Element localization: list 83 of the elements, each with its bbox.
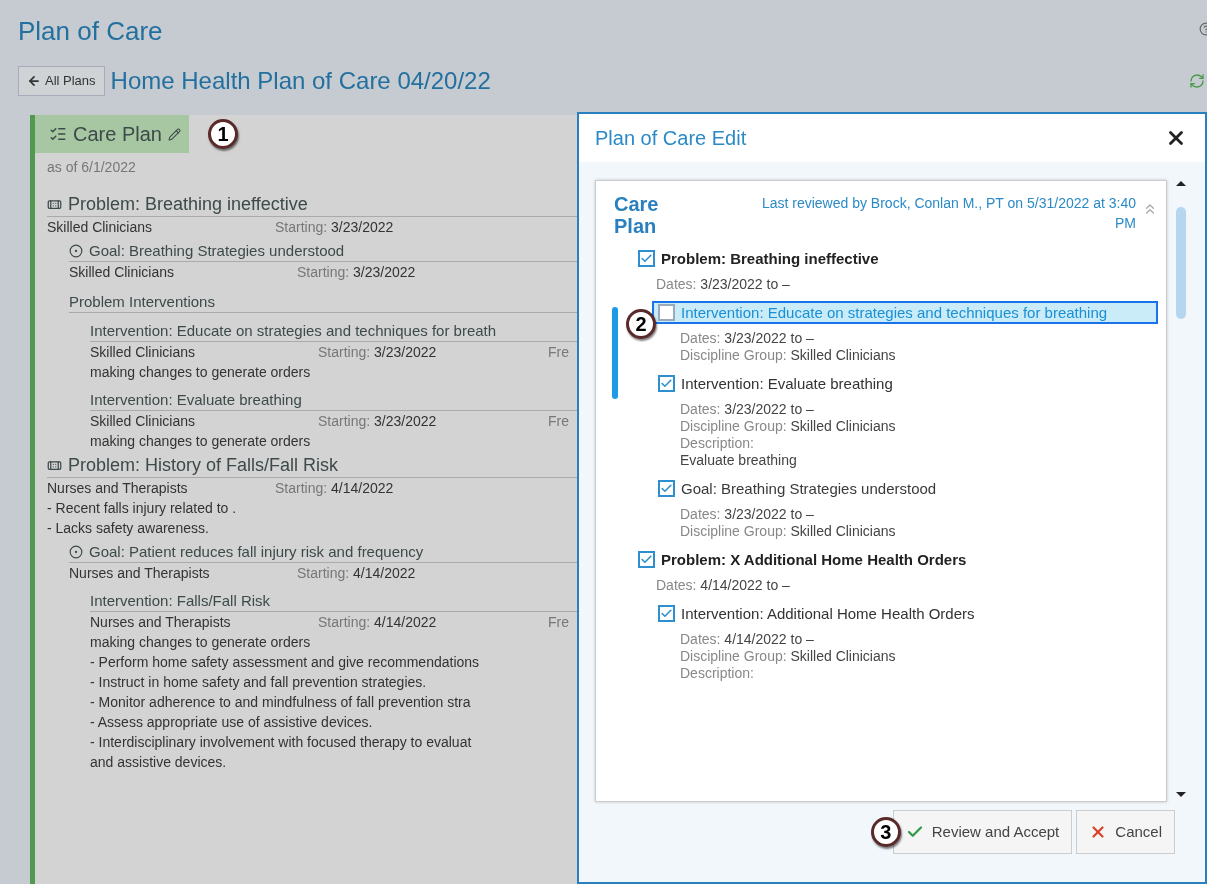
goal-title: Goal: Breathing Strategies understood [89,241,345,261]
accept-button[interactable]: Review and Accept [892,810,1073,854]
checklist-icon [49,125,67,143]
starting-text: Starting: 3/23/2022 [318,343,438,362]
detail-text: Discipline Group: Skilled Clinicians [680,418,897,435]
page-title: Plan of Care [18,15,163,48]
intervention-title: Intervention: Evaluate breathing [90,390,577,411]
intervention-text: - Instruct in home safety and fall prevention strategies. [90,673,428,692]
tree-item[interactable]: Problem: Breathing ineffective [632,247,1166,270]
starting-text: Starting: 4/14/2022 [318,613,438,632]
checkmark-icon [640,252,653,265]
detail-text: Discipline Group: Skilled Clinicians [680,648,897,665]
section-label: Problem Interventions [69,292,577,313]
checkbox[interactable] [638,250,655,267]
intervention-text: making changes to generate orders [90,432,312,451]
intervention-text: making changes to generate orders [90,633,312,652]
starting-text: Starting: 3/23/2022 [275,218,395,237]
care-plan-header: Care Plan [35,115,189,153]
callout-badge: 3 [870,817,901,847]
as-of-date: as of 6/1/2022 [46,158,137,177]
detail-text: Description: [680,665,755,682]
checkmark-icon [660,607,673,620]
problem-note: - Lacks safety awareness. [47,519,210,538]
section-heading: Care Plan [614,193,660,237]
description-text: Evaluate breathing [680,452,798,469]
goal-title: Goal: Patient reduces fall injury risk and frequency [89,542,424,562]
pencil-icon [167,127,181,141]
tree-item[interactable]: Intervention: Evaluate breathing [652,372,1166,395]
detail-text: Discipline Group: Skilled Clinicians [680,523,897,540]
target-icon [69,545,83,559]
discipline-text: Nurses and Therapists [69,564,211,583]
frequency-text: Fre [548,613,569,632]
starting-text: Starting: 3/23/2022 [297,263,417,282]
intervention-text: - Interdisciplinary involvement with focused therapy to evaluat [90,733,473,752]
starting-text: Starting: 4/14/2022 [297,564,417,583]
refresh-icon [1189,73,1205,89]
intervention-text: - Perform home safety assessment and give recommendations [90,653,481,672]
detail-text: Discipline Group: Skilled Clinicians [680,347,897,364]
problem-note: - Recent falls injury related to . [47,499,238,518]
detail-text: Dates: 3/23/2022 to – [656,276,791,293]
plan-title: Home Health Plan of Care 04/20/22 [110,66,491,96]
callout-badge: 2 [626,309,656,339]
detail-text: Dates: 3/23/2022 to – [680,401,815,418]
intervention-title: Intervention: Educate on strategies and techniques for breath [90,321,577,342]
starting-text: Starting: 3/23/2022 [318,412,438,431]
cancel-button[interactable]: Cancel [1076,810,1175,854]
discipline-text: Skilled Clinicians [47,218,154,237]
checkmark-icon [640,553,653,566]
detail-text: Dates: 4/14/2022 to – [656,577,791,594]
checkbox[interactable] [658,480,675,497]
tree-item[interactable]: Intervention: Additional Home Health Orders [652,602,1166,625]
checkmark-icon [660,377,673,390]
discipline-text: Skilled Clinicians [90,412,197,431]
checkmark-icon [660,482,673,495]
review-info: Last reviewed by Brock, Conlan M., PT on 5/31/2022 at 3:40 PM [760,194,1136,233]
detail-text: Dates: 4/14/2022 to – [680,631,815,648]
starting-text: Starting: 4/14/2022 [275,479,395,498]
intervention-text: and assistive devices. [90,753,228,772]
intervention-text: - Assess appropriate use of assistive devices. [90,713,374,732]
tree-item[interactable]: Problem: X Additional Home Health Orders [632,548,1166,571]
detail-text: Dates: 3/23/2022 to – [680,506,815,523]
intervention-title: Intervention: Falls/Fall Risk [90,591,577,612]
discipline-text: Nurses and Therapists [47,479,189,498]
detail-text: Dates: 3/23/2022 to – [680,330,815,347]
discipline-text: Skilled Clinicians [90,343,197,362]
discipline-text: Skilled Clinicians [69,263,176,282]
target-icon [69,244,83,258]
problem-title: Problem: Breathing ineffective [68,193,308,216]
callout-badge: 1 [208,119,238,149]
checkbox[interactable] [658,605,675,622]
discipline-text: Nurses and Therapists [90,613,232,632]
intervention-text: - Monitor adherence to and mindfulness of fall prevention stra [90,693,472,712]
back-button[interactable]: All Plans [18,66,105,96]
intervention-text: making changes to generate orders [90,363,312,382]
checkbox[interactable] [658,375,675,392]
checkbox[interactable] [658,304,675,321]
frequency-text: Fre [548,343,569,362]
frequency-text: Fre [548,412,569,431]
dialog-title: Plan of Care Edit [595,126,747,151]
tree-item[interactable]: Goal: Breathing Strategies understood [652,477,1166,500]
detail-text: Description: [680,435,755,452]
problem-title: Problem: History of Falls/Fall Risk [68,454,339,477]
checkbox[interactable] [638,551,655,568]
